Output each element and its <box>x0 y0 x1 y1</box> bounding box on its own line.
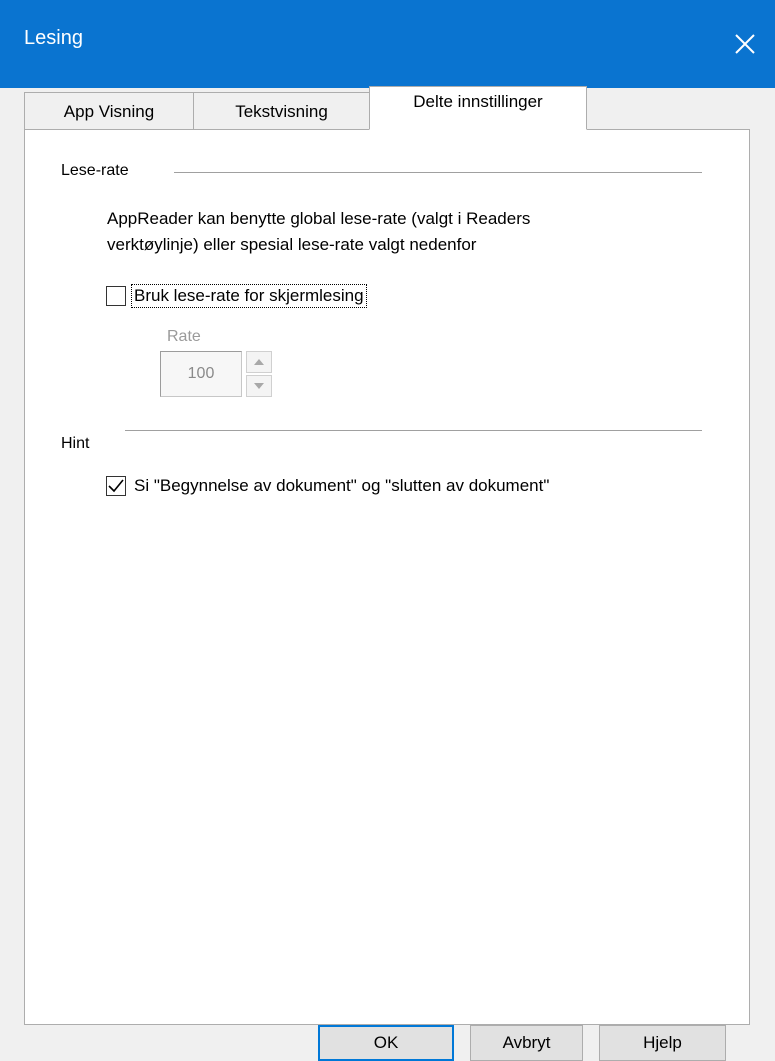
group-divider <box>125 430 702 431</box>
spin-down-icon <box>254 383 264 389</box>
reading-rate-description: AppReader kan benytte global lese-rate (… <box>107 206 707 258</box>
description-line: AppReader kan benytte global lese-rate (… <box>107 209 531 228</box>
tab-label: Tekstvisning <box>235 101 328 121</box>
use-reading-rate-checkbox[interactable]: Bruk lese-rate for skjermlesing <box>106 284 367 308</box>
tab-label: App Visning <box>63 101 155 121</box>
help-button-label: Hjelp <box>643 1033 682 1052</box>
checkmark-icon <box>108 479 124 493</box>
tab-label: Delte innstillinger <box>413 92 543 111</box>
ok-button[interactable]: OK <box>318 1025 454 1061</box>
group-label-lese-rate: Lese-rate <box>61 162 135 180</box>
rate-spin-up-button[interactable] <box>246 351 272 373</box>
title-bar: Lesing <box>0 0 775 88</box>
checkbox-label: Bruk lese-rate for skjermlesing <box>131 284 367 308</box>
tab-tekstvisning[interactable]: Tekstvisning <box>193 92 370 130</box>
rate-label: Rate <box>167 328 201 345</box>
say-document-start-end-checkbox[interactable]: Si "Begynnelse av dokument" og "slutten … <box>106 475 551 497</box>
spin-up-icon <box>254 359 264 365</box>
group-label-hint: Hint <box>61 435 90 453</box>
group-divider <box>174 172 702 173</box>
tab-delte-innstillinger[interactable]: Delte innstillinger <box>369 86 587 130</box>
rate-input[interactable]: 100 <box>160 351 242 397</box>
rate-spin-down-button[interactable] <box>246 375 272 397</box>
checkbox-box[interactable] <box>106 476 126 496</box>
description-line: verktøylinje) eller spesial lese-rate va… <box>107 235 477 254</box>
checkbox-box[interactable] <box>106 286 126 306</box>
rate-value: 100 <box>187 365 215 382</box>
tab-strip: App Visning Tekstvisning Delte innstilli… <box>24 86 750 130</box>
tab-panel: Lese-rate AppReader kan benytte global l… <box>24 129 750 1025</box>
window-title: Lesing <box>24 27 83 49</box>
cancel-button[interactable]: Avbryt <box>470 1025 583 1061</box>
close-button[interactable] <box>715 0 775 88</box>
cancel-button-label: Avbryt <box>502 1033 551 1052</box>
help-button[interactable]: Hjelp <box>599 1025 726 1061</box>
ok-button-label: OK <box>373 1033 399 1052</box>
tab-app-visning[interactable]: App Visning <box>24 92 194 130</box>
close-icon <box>735 34 755 54</box>
checkbox-label: Si "Begynnelse av dokument" og "slutten … <box>134 476 550 495</box>
